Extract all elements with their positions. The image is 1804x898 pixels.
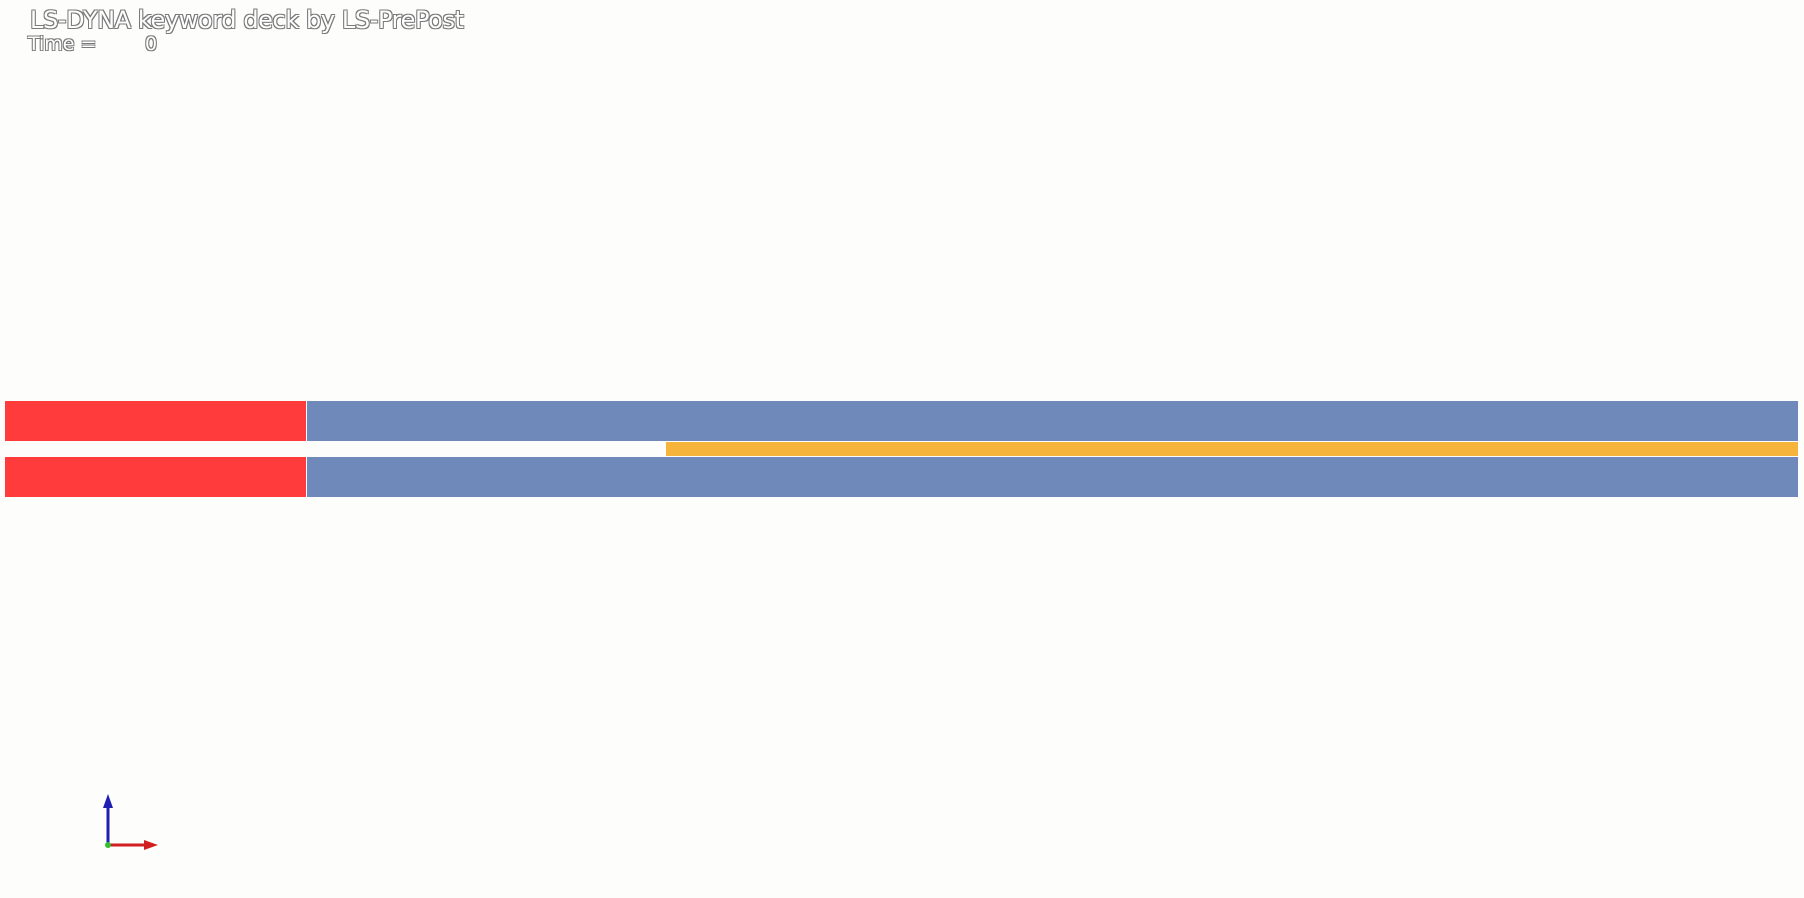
part-red-top-block[interactable] xyxy=(5,401,306,441)
part-blue-top-block[interactable] xyxy=(307,401,1798,441)
z-axis-dot xyxy=(105,842,111,848)
part-blue-bottom-block[interactable] xyxy=(307,457,1798,497)
time-value: 0 xyxy=(145,33,158,55)
coordinate-triad-icon xyxy=(103,794,158,850)
time-label: Time = xyxy=(28,33,97,55)
model-title: LS-DYNA keyword deck by LS-PrePost xyxy=(30,6,464,34)
part-red-bottom-block[interactable] xyxy=(5,457,306,497)
graphics-viewport[interactable]: LS-DYNA keyword deck by LS-PrePost Time … xyxy=(0,0,1804,898)
part-orange-strip[interactable] xyxy=(666,442,1798,456)
x-axis-arrow xyxy=(108,840,158,850)
y-axis-arrow xyxy=(103,794,113,845)
